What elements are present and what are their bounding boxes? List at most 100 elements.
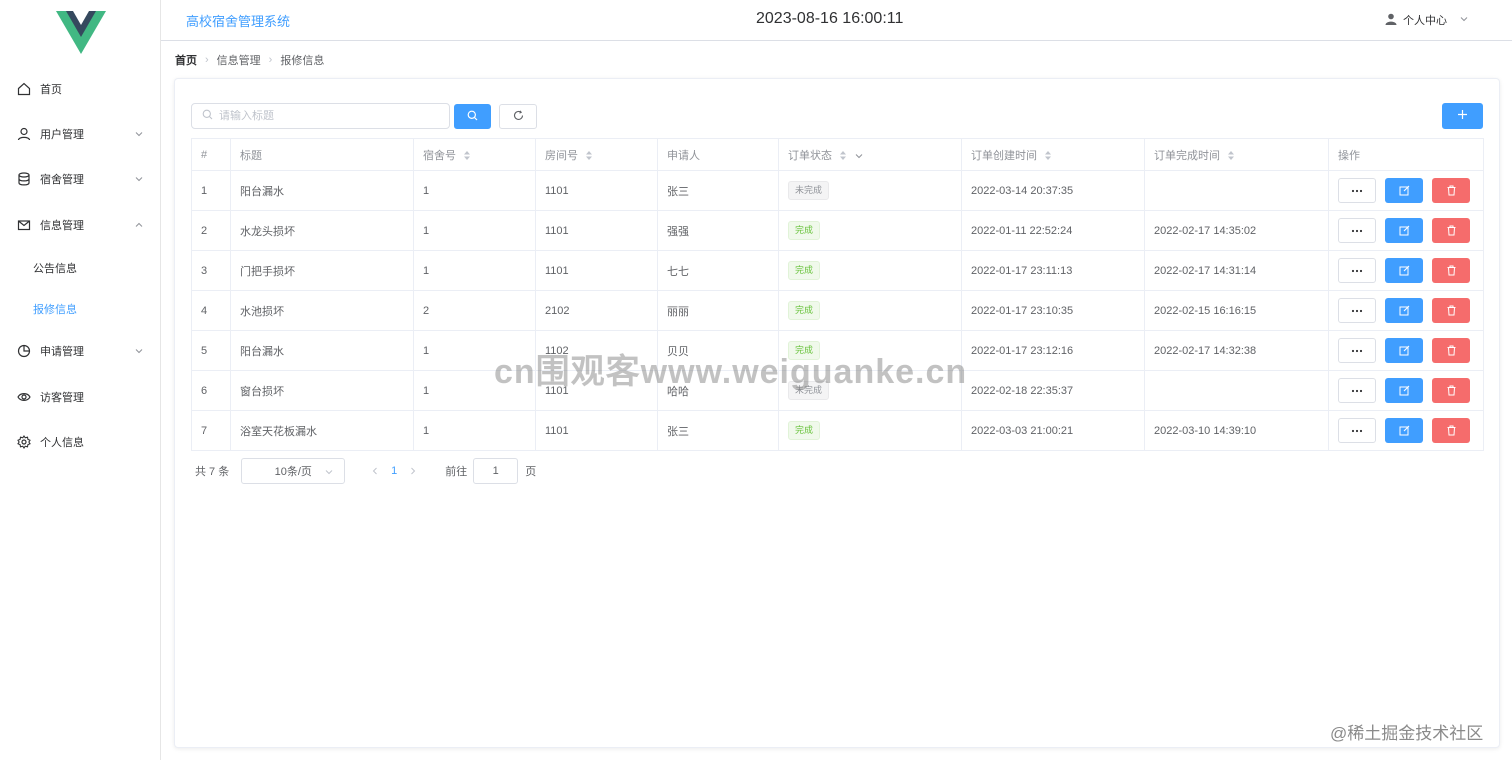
sidebar-item-info[interactable]: 信息管理 (0, 205, 160, 245)
sidebar-item-applications[interactable]: 申请管理 (0, 331, 160, 371)
edit-icon (1399, 345, 1409, 356)
search-field[interactable] (191, 103, 450, 129)
edit-icon (1399, 425, 1409, 436)
table-row: 4 水池损坏 2 2102 丽丽 完成 2022-01-17 23:10:35 2022-02… (191, 290, 1484, 331)
edit-button[interactable] (1385, 298, 1423, 323)
more-button[interactable] (1338, 378, 1376, 403)
search-input[interactable] (219, 110, 439, 122)
sidebar-item-users[interactable]: 用户管理 (0, 114, 160, 154)
chevron-down-icon (134, 346, 144, 356)
more-icon (1351, 429, 1363, 432)
watermark-text: cn围观客www.weiguanke.cn (494, 353, 968, 391)
header-clock: 2023-08-16 16:00:11 (756, 10, 904, 27)
col-header-status[interactable]: 订单状态 (778, 138, 962, 171)
next-page-button[interactable] (401, 458, 425, 484)
more-button[interactable] (1338, 258, 1376, 283)
sidebar-item-dorms[interactable]: 宿舍管理 (0, 159, 160, 199)
sort-caret-icon[interactable] (585, 150, 593, 161)
breadcrumb-item-home[interactable]: 首页 (175, 52, 197, 68)
page-size-select[interactable]: 10条/页 (241, 458, 346, 484)
cell-title: 门把手损坏 (230, 250, 414, 291)
cell-no: 3 (191, 250, 231, 291)
col-header-finished[interactable]: 订单完成时间 (1144, 138, 1329, 171)
top-header: 高校宿舍管理系统 2023-08-16 16:00:11 个人中心 (161, 0, 1512, 41)
edit-button[interactable] (1385, 258, 1423, 283)
table-row: 2 水龙头损坏 1 1101 强强 完成 2022-01-11 22:52:24 2022-0… (191, 210, 1484, 251)
more-button[interactable] (1338, 298, 1376, 323)
page-jump-suffix: 页 (525, 466, 537, 478)
col-header-dorm[interactable]: 宿舍号 (413, 138, 536, 171)
cell-room: 1101 (535, 210, 658, 251)
app-title: 高校宿舍管理系统 (186, 14, 291, 29)
col-header-created[interactable]: 订单创建时间 (961, 138, 1145, 171)
pie-chart-icon (16, 344, 31, 359)
trash-icon (1447, 385, 1455, 396)
sidebar-item-profile[interactable]: 个人信息 (0, 422, 160, 462)
search-icon (202, 107, 213, 125)
cell-title: 浴室天花板漏水 (230, 410, 414, 451)
add-button[interactable] (1442, 103, 1483, 129)
user-center-dropdown[interactable]: 个人中心 (1385, 12, 1469, 28)
page-jump-input[interactable] (473, 458, 519, 484)
cell-title: 阳台漏水 (230, 330, 414, 371)
cell-room: 2102 (535, 290, 658, 331)
chevron-down-icon (134, 174, 144, 184)
cell-dorm: 1 (413, 170, 536, 211)
page-size-value: 10条/页 (274, 466, 312, 478)
more-icon (1351, 349, 1363, 352)
edit-button[interactable] (1385, 218, 1423, 243)
edit-button[interactable] (1385, 338, 1423, 363)
table-body: 1 阳台漏水 1 1101 张三 未完成 2022-03-14 20:37:35 2 水龙头损坏… (191, 170, 1484, 451)
cell-dorm: 1 (413, 410, 536, 451)
sidebar-subitem-notices[interactable]: 公告信息 (0, 250, 160, 286)
vue-logo (56, 11, 106, 54)
breadcrumb-item-info: 信息管理 (216, 55, 261, 67)
cell-created: 2022-01-17 23:11:13 (961, 250, 1145, 291)
sort-caret-icon[interactable] (1227, 150, 1235, 161)
cell-created: 2022-02-18 22:35:37 (961, 370, 1145, 411)
more-button[interactable] (1338, 178, 1376, 203)
chevron-right-icon (411, 467, 416, 475)
delete-button[interactable] (1432, 338, 1470, 363)
more-button[interactable] (1338, 418, 1376, 443)
delete-button[interactable] (1432, 258, 1470, 283)
sort-caret-icon[interactable] (839, 150, 847, 161)
sidebar-subitem-repairs[interactable]: 报修信息 (0, 291, 160, 327)
cell-dorm: 1 (413, 250, 536, 291)
delete-button[interactable] (1432, 178, 1470, 203)
cell-room: 1101 (535, 250, 658, 291)
cell-no: 2 (191, 210, 231, 251)
edit-button[interactable] (1385, 178, 1423, 203)
prev-page-button[interactable] (363, 458, 387, 484)
more-icon (1351, 389, 1363, 392)
sidebar-item-home[interactable]: 首页 (0, 69, 160, 109)
search-button[interactable] (454, 104, 491, 129)
status-badge: 未完成 (788, 181, 830, 200)
reset-button[interactable] (499, 104, 537, 129)
delete-button[interactable] (1432, 298, 1470, 323)
more-button[interactable] (1338, 218, 1376, 243)
sort-caret-icon[interactable] (1044, 150, 1052, 161)
edit-button[interactable] (1385, 378, 1423, 403)
filter-chevron-icon[interactable] (854, 151, 864, 161)
edit-button[interactable] (1385, 418, 1423, 443)
delete-button[interactable] (1432, 218, 1470, 243)
more-icon (1351, 309, 1363, 312)
more-button[interactable] (1338, 338, 1376, 363)
col-header-room[interactable]: 房间号 (535, 138, 658, 171)
sort-caret-icon[interactable] (463, 150, 471, 161)
refresh-icon (513, 108, 524, 126)
cell-actions (1328, 330, 1484, 371)
sidebar-subitem-label: 公告信息 (33, 263, 77, 275)
page-number-current[interactable]: 1 (387, 458, 401, 484)
delete-button[interactable] (1432, 418, 1470, 443)
delete-button[interactable] (1432, 378, 1470, 403)
sidebar: 首页 用户管理 宿舍管理 信息管理 公告信息 报修信息 申请管理 访客管理 个人… (0, 0, 161, 760)
sidebar-item-label: 申请管理 (40, 346, 84, 358)
cell-status: 完成 (778, 410, 962, 451)
edit-icon (1399, 185, 1409, 196)
home-icon (16, 82, 31, 97)
cell-no: 6 (191, 370, 231, 411)
sidebar-item-visitors[interactable]: 访客管理 (0, 377, 160, 417)
sidebar-item-label: 用户管理 (40, 129, 84, 141)
